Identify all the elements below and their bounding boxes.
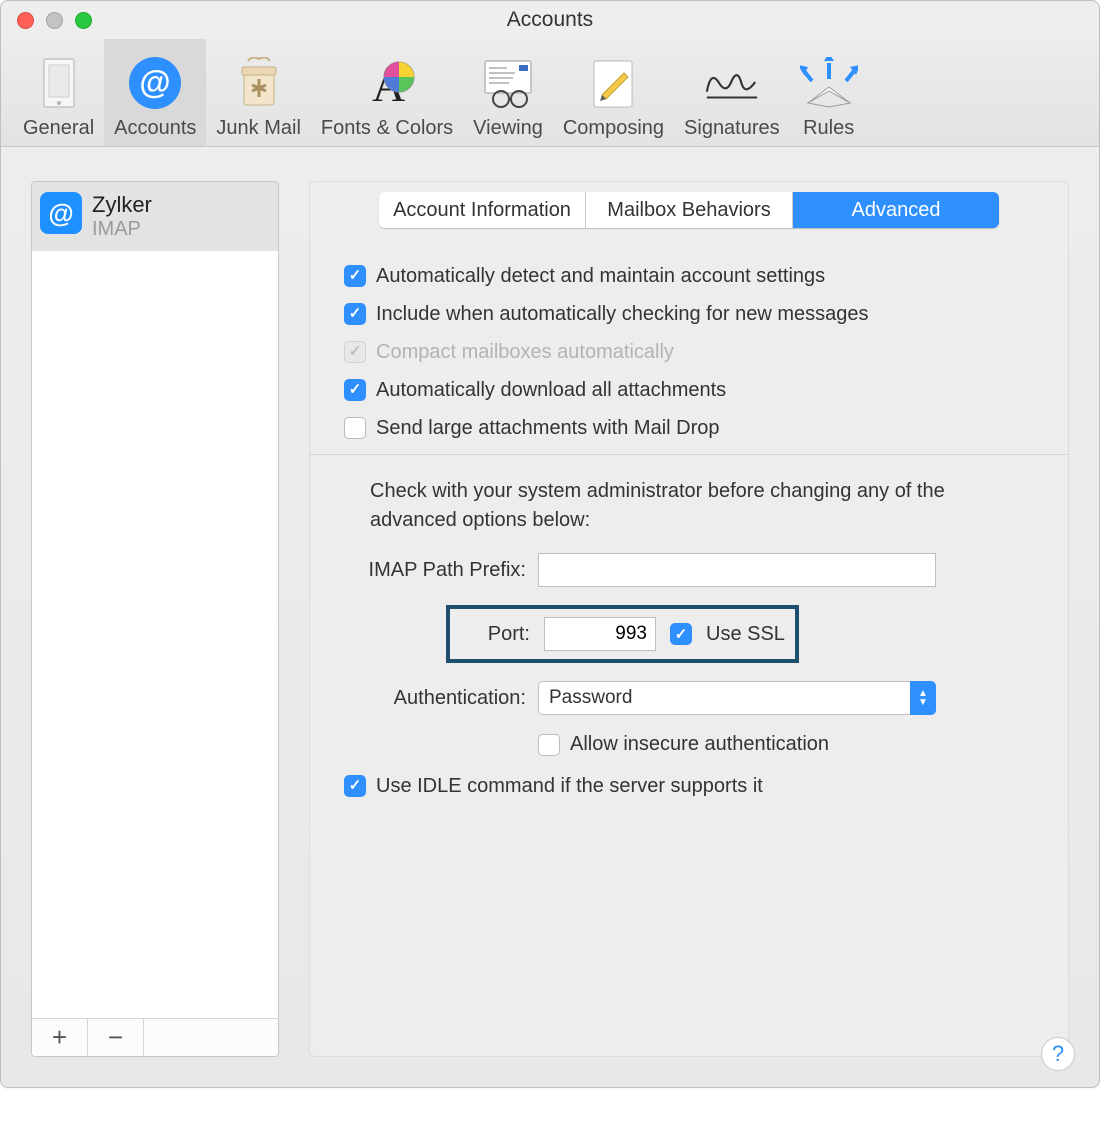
sidebar-footer-spacer: [144, 1019, 278, 1056]
main-panel: Account Information Mailbox Behaviors Ad…: [309, 181, 1069, 1057]
toolbar-label: General: [23, 117, 94, 140]
account-name: Zylker: [92, 192, 152, 218]
at-icon: @: [126, 55, 184, 111]
tab-advanced[interactable]: Advanced: [793, 192, 999, 228]
fonts-colors-icon: A: [358, 55, 416, 111]
advanced-options: Automatically detect and maintain accoun…: [310, 228, 1068, 798]
window-title: Accounts: [1, 8, 1099, 32]
signature-icon: [703, 55, 761, 111]
use-idle-checkbox[interactable]: [344, 775, 366, 797]
viewing-icon: [479, 55, 537, 111]
account-list-item[interactable]: @ Zylker IMAP: [32, 182, 278, 251]
titlebar: Accounts: [1, 1, 1099, 39]
auth-value: Password: [549, 687, 632, 709]
toolbar-label: Composing: [563, 117, 664, 140]
allow-insecure-label: Allow insecure authentication: [570, 733, 829, 756]
toolbar-composing[interactable]: Composing: [553, 39, 674, 146]
help-button[interactable]: ?: [1041, 1037, 1075, 1071]
toolbar-label: Junk Mail: [216, 117, 300, 140]
toolbar-label: Fonts & Colors: [321, 117, 453, 140]
admin-note: Check with your system administrator bef…: [344, 477, 1034, 553]
toolbar-rules[interactable]: Rules: [790, 39, 868, 146]
auto-download-label: Automatically download all attachments: [376, 378, 726, 402]
auto-download-checkbox[interactable]: [344, 379, 366, 401]
mail-drop-label: Send large attachments with Mail Drop: [376, 416, 720, 440]
tabs: Account Information Mailbox Behaviors Ad…: [379, 192, 999, 228]
toolbar-label: Rules: [803, 117, 854, 140]
include-check-checkbox[interactable]: [344, 303, 366, 325]
remove-account-button[interactable]: −: [88, 1019, 144, 1056]
sidebar-footer: + −: [32, 1018, 278, 1056]
toolbar-signatures[interactable]: Signatures: [674, 39, 790, 146]
add-account-button[interactable]: +: [32, 1019, 88, 1056]
auth-select[interactable]: Password ▲▼: [538, 681, 936, 715]
toolbar-label: Viewing: [473, 117, 543, 140]
use-idle-label: Use IDLE command if the server supports …: [376, 774, 763, 798]
toolbar-label: Accounts: [114, 117, 196, 140]
tab-account-information[interactable]: Account Information: [379, 192, 586, 228]
divider: [310, 454, 1068, 455]
port-label: Port:: [460, 623, 530, 646]
mail-drop-checkbox[interactable]: [344, 417, 366, 439]
toolbar-general[interactable]: General: [13, 39, 104, 146]
port-highlight: Port: Use SSL: [446, 605, 799, 663]
rules-icon: [800, 55, 858, 111]
svg-text:@: @: [140, 64, 171, 100]
toolbar-label: Signatures: [684, 117, 780, 140]
use-ssl-checkbox[interactable]: [670, 623, 692, 645]
port-input[interactable]: [544, 617, 656, 651]
auto-detect-label: Automatically detect and maintain accoun…: [376, 264, 825, 288]
compact-mailboxes-checkbox: [344, 341, 366, 363]
chevron-updown-icon: ▲▼: [910, 681, 936, 715]
prefs-toolbar: General @ Accounts: [1, 39, 1099, 147]
compose-icon: [584, 55, 642, 111]
toolbar-junk-mail[interactable]: Junk Mail: [206, 39, 310, 146]
preferences-window: Accounts General @ Accounts: [0, 0, 1100, 1088]
tab-mailbox-behaviors[interactable]: Mailbox Behaviors: [586, 192, 793, 228]
auto-detect-checkbox[interactable]: [344, 265, 366, 287]
general-icon: [30, 55, 88, 111]
auth-label: Authentication:: [344, 687, 538, 710]
imap-prefix-input[interactable]: [538, 553, 936, 587]
imap-prefix-label: IMAP Path Prefix:: [344, 559, 538, 582]
toolbar-viewing[interactable]: Viewing: [463, 39, 553, 146]
include-check-label: Include when automatically checking for …: [376, 302, 868, 326]
at-icon: @: [40, 192, 82, 234]
compact-mailboxes-label: Compact mailboxes automatically: [376, 340, 674, 364]
toolbar-fonts-colors[interactable]: A Fonts & Colors: [311, 39, 463, 146]
allow-insecure-checkbox[interactable]: [538, 734, 560, 756]
account-protocol: IMAP: [92, 218, 152, 241]
trash-icon: [230, 55, 288, 111]
content-area: @ Zylker IMAP + − Account Information Ma…: [31, 181, 1069, 1057]
use-ssl-label: Use SSL: [706, 623, 785, 646]
accounts-sidebar: @ Zylker IMAP + −: [31, 181, 279, 1057]
toolbar-accounts[interactable]: @ Accounts: [104, 39, 206, 146]
